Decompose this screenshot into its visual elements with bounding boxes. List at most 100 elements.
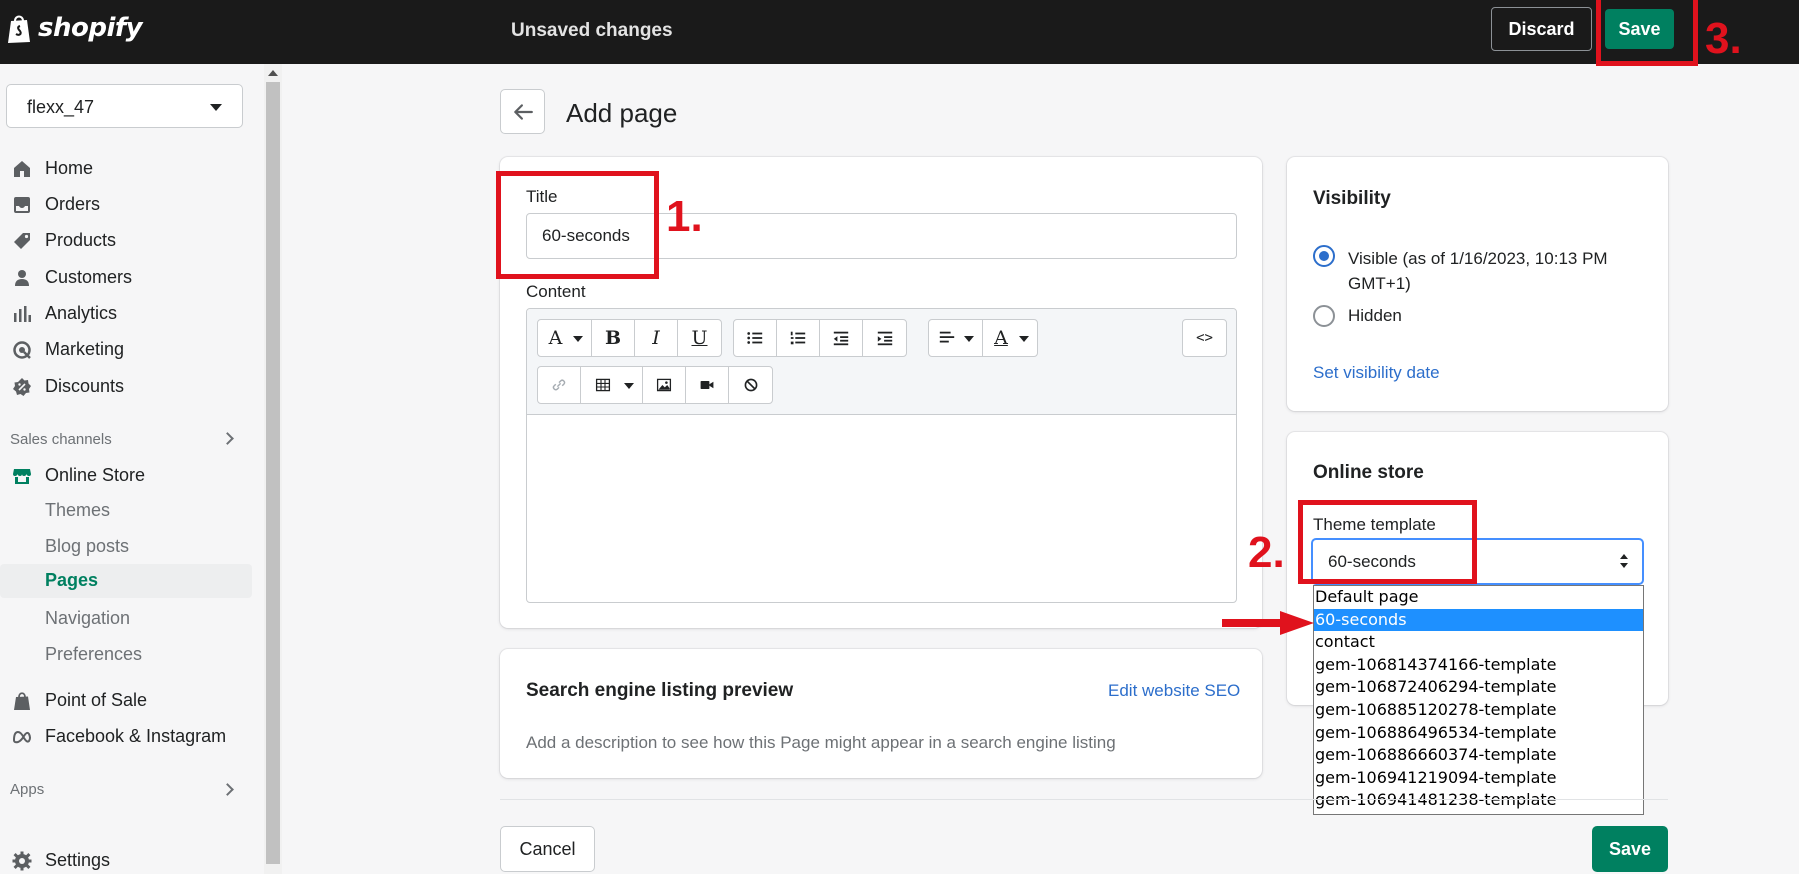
toolbar-group-insert (537, 366, 773, 404)
toolbar-group-html: <> (1182, 319, 1227, 357)
online-store-heading: Online store (1313, 462, 1424, 483)
nav-item-preferences[interactable]: Preferences (0, 638, 252, 670)
italic-button[interactable]: I (635, 320, 678, 356)
annotation-box-save (1596, 0, 1698, 66)
store-name: flexx_47 (27, 97, 95, 117)
nav-label: Home (45, 158, 94, 178)
bar-chart-icon (14, 306, 31, 322)
annotation-box-title (496, 171, 659, 279)
nav-label: Discounts (45, 376, 125, 396)
numbered-list-button[interactable] (777, 320, 820, 356)
home-icon (14, 161, 30, 177)
nav-item-facebook-instagram[interactable]: Facebook & Instagram (0, 720, 252, 752)
nav-item-settings[interactable]: Settings (0, 844, 252, 874)
nav-item-products[interactable]: Products (0, 224, 252, 256)
visibility-heading: Visibility (1313, 188, 1391, 209)
clear-formatting-icon (744, 378, 757, 392)
bullet-list-button[interactable] (734, 320, 777, 356)
visible-label-line-1: Visible (as of 1/16/2023, 10:13 PM (1348, 249, 1608, 268)
store-selector[interactable]: flexx_47 (6, 84, 243, 128)
chevron-right-icon[interactable] (221, 432, 234, 445)
dropdown-option[interactable]: gem-106941481238-template (1314, 789, 1643, 812)
font-style-button[interactable]: A (538, 320, 592, 356)
edit-seo-link[interactable]: Edit website SEO (1108, 681, 1240, 701)
discard-button[interactable]: Discard (1491, 7, 1592, 51)
set-visibility-date-link[interactable]: Set visibility date (1313, 363, 1440, 383)
annotation-number-3: 3. (1705, 14, 1742, 63)
italic-icon: I (652, 327, 660, 349)
dropdown-option[interactable]: contact (1314, 631, 1643, 654)
link-icon (552, 379, 566, 391)
dropdown-option[interactable]: gem-106941219094-template (1314, 767, 1643, 790)
underline-icon: U (691, 327, 708, 349)
back-button[interactable] (500, 89, 545, 134)
visible-label-line-2: GMT+1) (1348, 274, 1411, 293)
nav-item-discounts[interactable]: Discounts (0, 370, 252, 402)
dropdown-option[interactable]: gem-106886660374-template (1314, 744, 1643, 767)
dropdown-option[interactable]: gem-106886496534-template (1314, 722, 1643, 745)
meta-icon (12, 730, 31, 744)
insert-image-button[interactable] (643, 367, 686, 403)
nav-item-analytics[interactable]: Analytics (0, 297, 252, 329)
theme-template-dropdown: Default page 60-seconds contact gem-1068… (1313, 585, 1644, 815)
bold-icon: B (604, 327, 622, 349)
dropdown-option-selected[interactable]: 60-seconds (1314, 608, 1643, 632)
indent-icon (877, 331, 892, 346)
align-button[interactable] (929, 320, 983, 356)
sidebar-scrollbar[interactable] (264, 64, 282, 874)
shopify-bag-icon (8, 15, 30, 43)
page-title: Add page (566, 98, 678, 128)
dropdown-option[interactable]: gem-106885120278-template (1314, 699, 1643, 722)
insert-link-button[interactable] (538, 367, 581, 403)
nav-item-themes[interactable]: Themes (0, 494, 252, 526)
outdent-button[interactable] (820, 320, 863, 356)
scroll-thumb[interactable] (266, 82, 280, 864)
bold-button[interactable]: B (592, 320, 635, 356)
font-icon: A (548, 327, 563, 349)
rich-text-editor: A B I U A <> (526, 308, 1237, 603)
nav-label: Pages (45, 570, 99, 590)
dropdown-option[interactable]: gem-106814374166-template (1314, 654, 1643, 677)
nav-label: Blog posts (45, 536, 130, 556)
nav-item-orders[interactable]: Orders (0, 188, 252, 220)
clear-formatting-button[interactable] (729, 367, 772, 403)
seo-heading: Search engine listing preview (526, 680, 794, 701)
nav-label: Orders (45, 194, 101, 214)
show-html-button[interactable]: <> (1183, 320, 1226, 356)
nav-item-customers[interactable]: Customers (0, 261, 252, 293)
save-button-bottom[interactable]: Save (1592, 826, 1668, 872)
shopify-logo[interactable]: shopify (6, 12, 143, 44)
visible-radio[interactable] (1313, 245, 1335, 267)
toolbar-group-lists (733, 319, 907, 357)
align-left-icon (939, 331, 954, 343)
indent-button[interactable] (863, 320, 906, 356)
discount-icon (13, 378, 31, 396)
cancel-button[interactable]: Cancel (500, 826, 595, 872)
nav-item-navigation[interactable]: Navigation (0, 602, 252, 634)
editor-body[interactable] (527, 416, 1236, 602)
nav-item-point-of-sale[interactable]: Point of Sale (0, 684, 252, 716)
insert-table-button[interactable] (581, 367, 643, 403)
nav-label: Settings (45, 850, 111, 870)
underline-button[interactable]: U (678, 320, 721, 356)
code-icon: <> (1196, 330, 1213, 346)
unsaved-changes-text: Unsaved changes (511, 20, 673, 41)
toolbar-group-align-color: A (928, 319, 1038, 357)
dropdown-option[interactable]: gem-106872406294-template (1314, 676, 1643, 699)
caret-down-icon (624, 383, 634, 389)
image-icon (656, 378, 672, 392)
text-color-button[interactable]: A (983, 320, 1037, 356)
nav-item-marketing[interactable]: Marketing (0, 333, 252, 365)
scroll-up-arrow-icon[interactable] (268, 70, 278, 76)
nav-item-home[interactable]: Home (0, 152, 252, 184)
dropdown-option[interactable]: Default page (1314, 586, 1643, 609)
nav-item-blog-posts[interactable]: Blog posts (0, 530, 252, 562)
nav-item-pages[interactable]: Pages (0, 564, 252, 598)
nav-item-online-store[interactable]: Online Store (0, 459, 252, 491)
caret-down-icon (573, 336, 583, 342)
insert-video-button[interactable] (686, 367, 729, 403)
chevron-right-icon[interactable] (221, 783, 234, 796)
text-color-icon: A (994, 327, 1008, 349)
hidden-radio[interactable] (1313, 305, 1335, 327)
toolbar-group-format: A B I U (537, 319, 722, 357)
